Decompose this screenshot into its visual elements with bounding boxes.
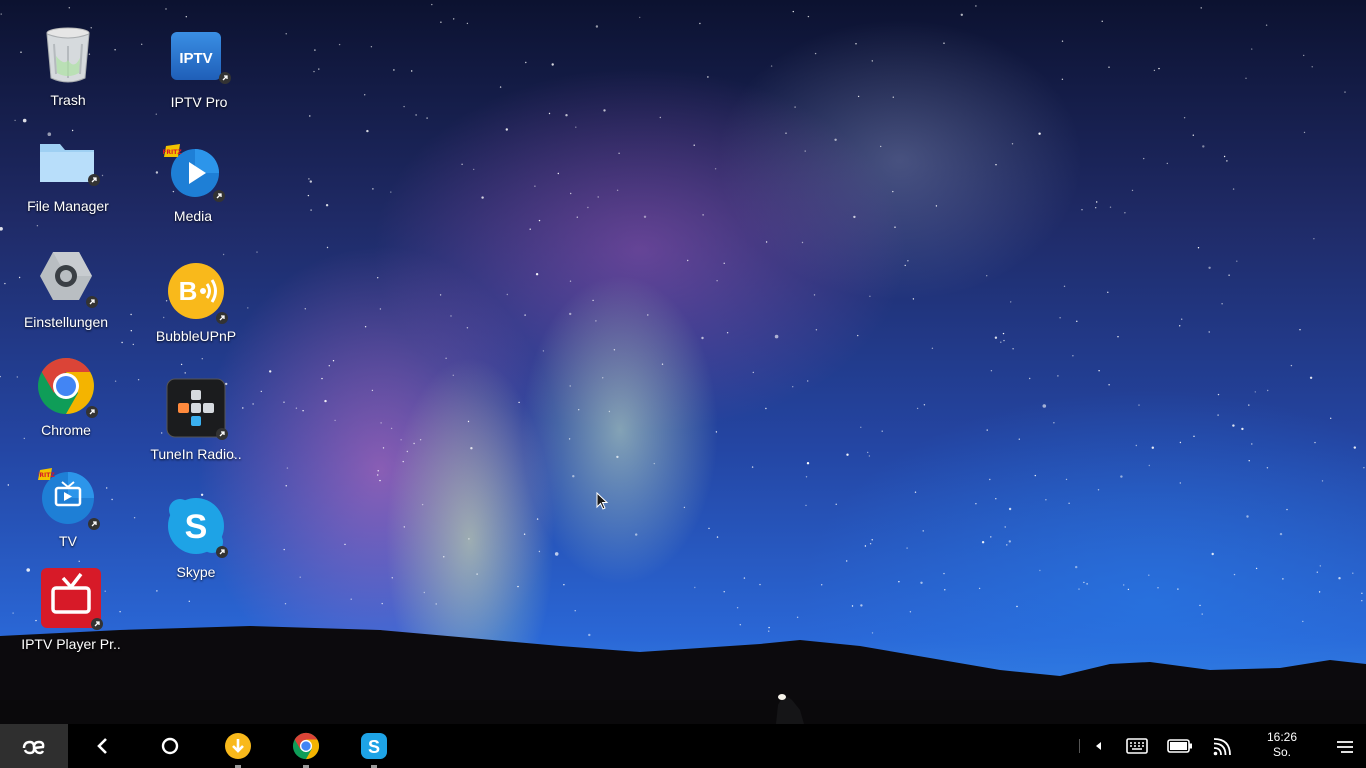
download-app-icon — [225, 733, 251, 759]
shortcut-arrow-icon — [216, 428, 228, 440]
clock-day: So. — [1272, 745, 1291, 759]
settings-hex-icon — [36, 246, 98, 308]
desktop-icon-trash[interactable]: Trash — [13, 26, 123, 126]
desktop-icon-tv[interactable]: FRITZ TV — [13, 468, 123, 568]
back-button[interactable] — [68, 724, 136, 768]
iptv-player-icon — [41, 568, 103, 630]
taskbar-app-download[interactable] — [204, 724, 272, 768]
shortcut-arrow-icon — [219, 72, 231, 84]
icon-label: Media — [173, 208, 213, 224]
mouse-pointer-icon — [596, 492, 609, 510]
skype-icon-text: S — [185, 508, 208, 546]
home-icon — [161, 737, 179, 755]
svg-text:B: B — [179, 276, 198, 306]
iptv-pro-icon-text: IPTV — [179, 50, 212, 67]
desktop-icon-iptv-pro[interactable]: IPTV IPTV Pro — [144, 30, 254, 130]
desktop-icon-bubbleupnp[interactable]: B BubbleUPnP — [141, 262, 251, 362]
tunein-icon — [166, 378, 228, 440]
chrome-icon — [36, 356, 98, 418]
icon-label: TuneIn Radio.. — [150, 446, 242, 462]
skype-taskbar-icon-text: S — [368, 737, 380, 757]
desktop-icon-iptv-player[interactable]: IPTV Player Pr.. — [16, 568, 126, 668]
shortcut-arrow-icon — [86, 296, 98, 308]
icon-label: File Manager — [27, 198, 109, 214]
desktop-icon-einstellungen[interactable]: Einstellungen — [11, 246, 121, 346]
desktop-icon-file-manager[interactable]: File Manager — [13, 138, 123, 238]
svg-text:FRITZ: FRITZ — [163, 149, 182, 156]
back-icon — [97, 738, 107, 754]
desktop-icon-tunein[interactable]: TuneIn Radio.. — [141, 378, 251, 478]
shortcut-arrow-icon — [88, 518, 100, 530]
icon-label: Skype — [176, 564, 216, 580]
clock-time: 16:26 — [1266, 730, 1298, 744]
shortcut-arrow-icon — [91, 618, 103, 630]
iptv-pro-icon: IPTV — [169, 30, 231, 90]
shortcut-arrow-icon — [216, 546, 228, 558]
tray-divider — [1079, 739, 1080, 753]
folder-icon — [38, 138, 100, 198]
fritz-tv-icon: FRITZ — [35, 468, 100, 530]
taskbar-app-chrome[interactable] — [272, 724, 340, 768]
notifications-icon[interactable] — [1336, 740, 1354, 754]
skype-icon: S — [361, 733, 387, 759]
jide-logo-icon — [22, 740, 45, 755]
icon-label: BubbleUPnP — [155, 328, 237, 344]
taskbar: S 16:26 So. — [0, 724, 1366, 768]
cast-icon[interactable] — [1213, 738, 1231, 756]
icon-label: TV — [59, 533, 77, 549]
icon-label: IPTV Pro — [170, 94, 228, 110]
icon-label: IPTV Player Pr.. — [21, 636, 121, 652]
desktop-icon-skype[interactable]: S Skype — [141, 496, 251, 596]
taskbar-app-skype[interactable]: S — [340, 724, 408, 768]
icon-label: Chrome — [41, 422, 91, 438]
bubbleupnp-icon: B — [166, 262, 228, 324]
trash-icon — [38, 26, 98, 86]
tray-expand-icon[interactable] — [1094, 741, 1104, 751]
clock[interactable]: 16:26 So. — [1252, 730, 1312, 760]
icon-label: Trash — [50, 92, 86, 108]
shortcut-arrow-icon — [216, 312, 228, 324]
desktop-icon-chrome[interactable]: Chrome — [11, 356, 121, 456]
keyboard-icon[interactable] — [1126, 738, 1148, 754]
shortcut-arrow-icon — [86, 406, 98, 418]
battery-icon[interactable] — [1167, 739, 1193, 753]
shortcut-arrow-icon — [88, 174, 100, 186]
svg-text:FRITZ: FRITZ — [38, 472, 55, 479]
desktop: Trash File Manager Einstellungen Chrome … — [0, 0, 1366, 724]
fritz-media-icon: FRITZ — [162, 144, 225, 204]
home-button[interactable] — [136, 724, 204, 768]
shortcut-arrow-icon — [213, 190, 225, 202]
chrome-icon — [292, 732, 320, 760]
start-button[interactable] — [0, 724, 68, 768]
skype-icon: S — [166, 496, 228, 558]
icon-label: Einstellungen — [23, 314, 109, 330]
desktop-icon-media[interactable]: FRITZ Media — [138, 144, 248, 244]
